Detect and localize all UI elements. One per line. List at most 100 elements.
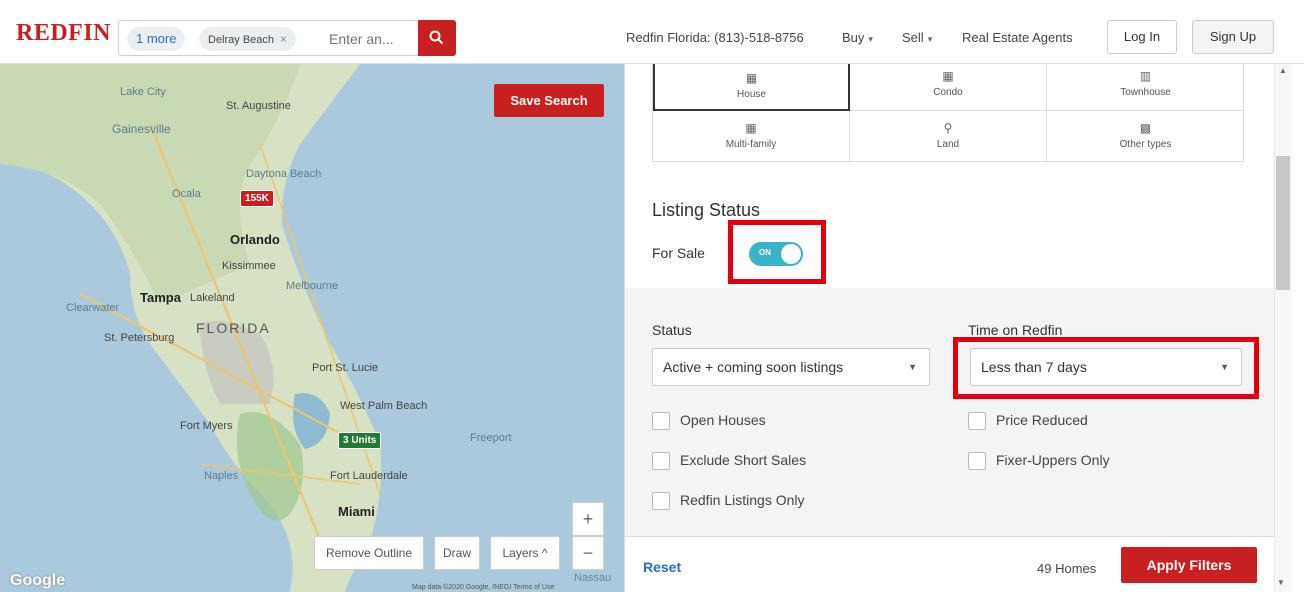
nav-real-estate-agents[interactable]: Real Estate Agents	[962, 30, 1073, 45]
redfin-logo[interactable]: REDFIN	[16, 20, 111, 47]
toggle-knob	[781, 244, 801, 264]
layers-button[interactable]: Layers ^	[490, 536, 560, 570]
map-label: Tampa	[140, 290, 181, 305]
property-type-house[interactable]: ▦ House	[653, 64, 850, 111]
filters-lower-section: Status Time on Redfin Active + coming so…	[625, 288, 1274, 592]
listing-price-pin[interactable]: 155K	[240, 190, 274, 207]
checkbox-label: Exclude Short Sales	[680, 452, 807, 468]
chevron-down-icon: ▼	[908, 362, 917, 372]
map-label: Freeport	[470, 432, 512, 444]
other-types-icon: ▩	[1139, 121, 1152, 135]
redfin-listings-only-checkbox[interactable]: Redfin Listings Only	[652, 492, 805, 511]
map-label: Port St. Lucie	[312, 362, 379, 374]
search-box: 1 more Delray Beach ×	[118, 20, 456, 56]
map-label: Lakeland	[190, 292, 235, 304]
checkbox-label: Redfin Listings Only	[680, 492, 805, 508]
nav-buy[interactable]: Buy ▾	[842, 30, 873, 45]
for-sale-toggle[interactable]: ON	[749, 242, 803, 266]
checkbox-box[interactable]	[652, 492, 670, 511]
signup-button[interactable]: Sign Up	[1192, 20, 1274, 54]
property-type-label: Condo	[933, 87, 963, 98]
map-view[interactable]: Lake City St. Augustine Gainesville Dayt…	[0, 64, 624, 592]
scroll-thumb[interactable]	[1276, 156, 1290, 290]
exclude-short-sales-checkbox[interactable]: Exclude Short Sales	[652, 452, 807, 471]
location-chip-label: Delray Beach	[208, 34, 275, 46]
map-label: Melbourne	[286, 280, 338, 292]
map-label: Lake City	[120, 86, 166, 98]
scroll-up-icon[interactable]: ▲	[1279, 66, 1287, 75]
property-type-grid: ▦ House ▦ Condo ▥ Townhouse ▦ Multi-fami…	[652, 64, 1244, 163]
zoom-in-button[interactable]: +	[572, 502, 604, 536]
phone-number[interactable]: Redfin Florida: (813)-518-8756	[626, 30, 804, 45]
property-type-multi-family[interactable]: ▦ Multi-family	[653, 111, 850, 163]
checkbox-box[interactable]	[968, 452, 986, 471]
map-label: St. Augustine	[226, 100, 291, 112]
checkbox-label: Fixer-Uppers Only	[996, 452, 1110, 468]
property-type-label: Land	[936, 139, 960, 150]
townhouse-icon: ▥	[1139, 69, 1152, 83]
property-type-label: House	[737, 89, 766, 100]
house-icon: ▦	[745, 71, 758, 85]
property-type-label: Multi-family	[725, 139, 777, 150]
map-label: St. Petersburg	[104, 332, 175, 344]
property-type-label: Other types	[1119, 139, 1172, 150]
login-button[interactable]: Log In	[1107, 20, 1177, 54]
save-search-button[interactable]: Save Search	[494, 84, 604, 117]
property-type-condo[interactable]: ▦ Condo	[850, 64, 1047, 111]
status-label: Status	[652, 322, 692, 338]
scroll-down-icon[interactable]: ▼	[1277, 578, 1285, 587]
map-label: Orlando	[230, 232, 280, 247]
search-button[interactable]	[418, 20, 456, 56]
multi-family-icon: ▦	[745, 121, 757, 135]
reset-link[interactable]: Reset	[643, 559, 681, 575]
location-chip-delray-beach[interactable]: Delray Beach ×	[199, 27, 297, 51]
map-label: Gainesville	[112, 122, 171, 136]
map-attribution[interactable]: Map data ©2020 Google, INEGI Terms of Us…	[412, 584, 554, 591]
status-select[interactable]: Active + coming soon listings ▼	[652, 348, 930, 386]
price-reduced-checkbox[interactable]: Price Reduced	[968, 412, 1088, 431]
map-label: West Palm Beach	[340, 400, 428, 412]
map-label: Daytona Beach	[246, 168, 322, 180]
time-on-redfin-label: Time on Redfin	[968, 322, 1063, 338]
map-label: Naples	[204, 470, 239, 482]
chevron-down-icon: ▼	[1220, 362, 1229, 372]
listing-units-pin[interactable]: 3 Units	[338, 432, 382, 449]
for-sale-label: For Sale	[652, 245, 705, 261]
draw-button[interactable]: Draw	[434, 536, 480, 570]
apply-filters-button[interactable]: Apply Filters	[1121, 547, 1257, 583]
property-type-townhouse[interactable]: ▥ Townhouse	[1047, 64, 1244, 111]
map-label: FLORIDA	[196, 320, 271, 336]
nav-sell-label: Sell	[902, 30, 924, 45]
checkbox-box[interactable]	[968, 412, 986, 431]
filters-panel: ▦ House ▦ Condo ▥ Townhouse ▦ Multi-fami…	[624, 64, 1274, 592]
panel-scrollbar[interactable]: ▲ ▼	[1274, 64, 1292, 592]
map-label: Miami	[338, 504, 375, 519]
homes-count: 49 Homes	[1037, 561, 1097, 576]
toggle-on-text: ON	[759, 248, 771, 257]
fixer-uppers-checkbox[interactable]: Fixer-Uppers Only	[968, 452, 1110, 471]
checkbox-label: Open Houses	[680, 412, 766, 428]
property-type-land[interactable]: ⚲ Land	[850, 111, 1047, 163]
zoom-out-button[interactable]: −	[572, 536, 604, 570]
map-label: Clearwater	[66, 302, 120, 314]
map-label: Fort Myers	[180, 420, 233, 432]
more-locations-chip[interactable]: 1 more	[127, 27, 186, 51]
time-on-redfin-select[interactable]: Less than 7 days ▼	[970, 348, 1242, 386]
remove-outline-button[interactable]: Remove Outline	[314, 536, 424, 570]
nav-sell[interactable]: Sell ▾	[902, 30, 932, 45]
highlight-box: Less than 7 days ▼	[953, 337, 1259, 399]
google-logo: Google	[10, 572, 66, 589]
time-select-value: Less than 7 days	[981, 359, 1087, 375]
listing-status-title: Listing Status	[652, 200, 761, 220]
property-type-other[interactable]: ▩ Other types	[1047, 111, 1244, 163]
map-label: Fort Lauderdale	[330, 470, 408, 482]
chevron-down-icon: ▾	[868, 34, 873, 44]
land-icon: ⚲	[943, 121, 953, 135]
nav-buy-label: Buy	[842, 30, 865, 45]
open-houses-checkbox[interactable]: Open Houses	[652, 412, 766, 431]
search-input[interactable]	[329, 29, 419, 49]
checkbox-box[interactable]	[652, 412, 670, 431]
map-label: Nassau	[574, 572, 612, 584]
checkbox-box[interactable]	[652, 452, 670, 471]
remove-chip-icon[interactable]: ×	[280, 32, 287, 46]
